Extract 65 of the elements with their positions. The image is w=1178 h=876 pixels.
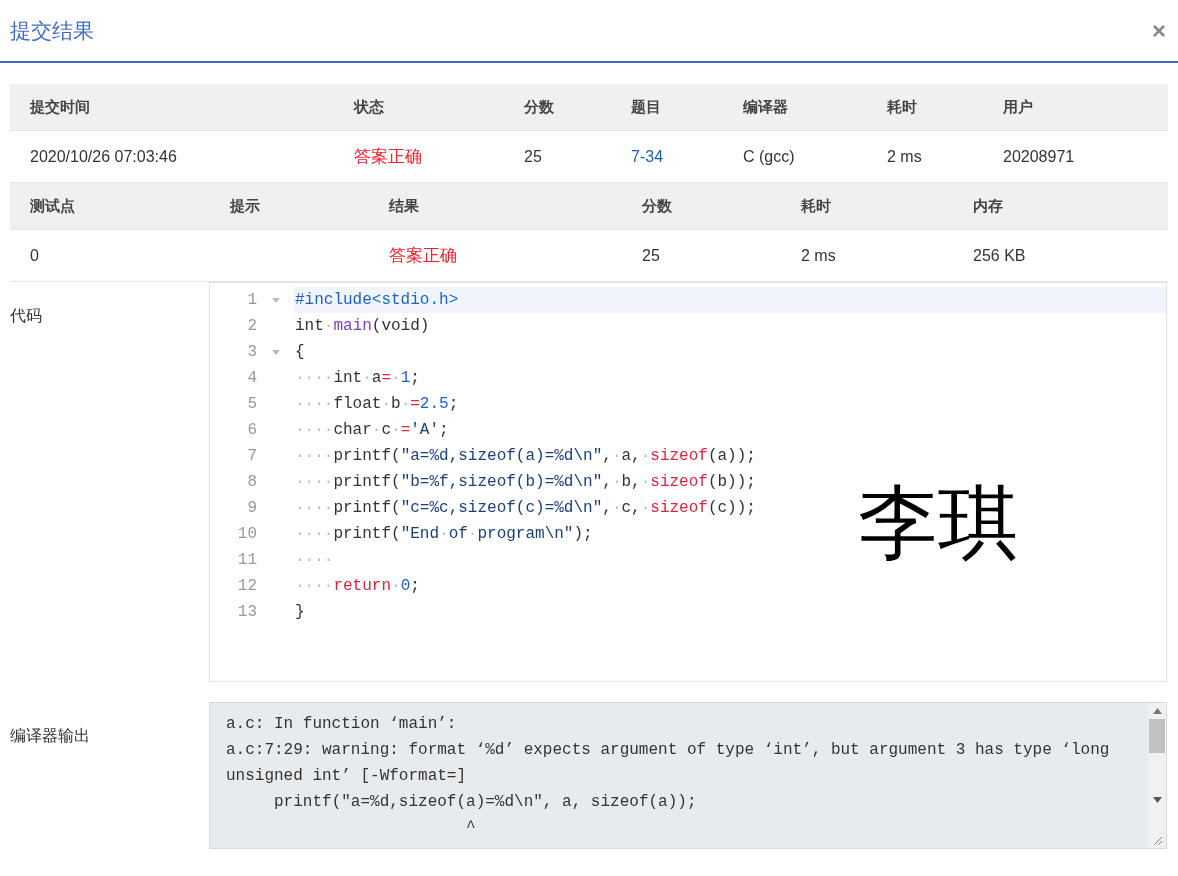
column-header: 耗时 — [801, 196, 831, 214]
close-button[interactable]: × — [1152, 18, 1166, 43]
column-header: 结果 — [389, 196, 419, 214]
column-header: 内存 — [973, 196, 1003, 214]
dialog-title: 提交结果 — [10, 17, 94, 44]
code-line: ····printf("a=%d,sizeof(a)=%d\n",·a,·sizeof(a)); — [294, 446, 757, 467]
column-header: 提示 — [230, 196, 260, 214]
line-number: 5 — [246, 394, 257, 415]
table-cell: 2 ms — [801, 246, 836, 264]
name-overlay-text: 李琪 — [858, 483, 1018, 563]
code-editor[interactable] — [209, 282, 1167, 682]
column-header: 提交时间 — [30, 97, 90, 115]
scrollbar[interactable] — [1148, 703, 1166, 848]
code-line: } — [294, 602, 306, 623]
line-number: 11 — [236, 550, 257, 571]
line-number: 4 — [246, 368, 257, 389]
code-line: int·main(void) — [294, 316, 431, 337]
table-cell: 0 — [30, 246, 39, 264]
table-cell: 20208971 — [1003, 147, 1075, 165]
resize-grip-icon[interactable] — [1151, 835, 1163, 846]
code-line: ····printf("b=%f,sizeof(b)=%d\n",·b,·sizeof(b)); — [294, 472, 757, 493]
line-number: 8 — [246, 472, 257, 493]
line-number: 10 — [236, 524, 257, 545]
status-text: 答案正确 — [354, 146, 422, 166]
column-header: 状态 — [354, 97, 384, 115]
line-number: 6 — [246, 420, 257, 441]
code-line: ····return·0; — [294, 576, 421, 597]
line-number: 12 — [236, 576, 257, 597]
line-number: 3 — [246, 342, 257, 363]
line-number: 1 — [246, 290, 257, 311]
column-header: 题目 — [631, 97, 661, 115]
column-header: 耗时 — [887, 97, 917, 115]
field-label: 代码 — [10, 307, 42, 324]
code-line: ····printf("End·of·program\n"); — [294, 524, 594, 545]
table-cell: 2 ms — [887, 147, 922, 165]
fold-arrow-icon[interactable] — [271, 349, 280, 355]
table-cell: 2020/10/26 07:03:46 — [30, 147, 177, 165]
table-cell: 25 — [642, 246, 660, 264]
code-line: ····printf("c=%c,sizeof(c)=%d\n",·c,·sizeof(c)); — [294, 498, 757, 519]
table-cell: 25 — [524, 147, 542, 165]
column-header: 分数 — [642, 196, 672, 214]
code-line: ····int·a=·1; — [294, 368, 421, 389]
code-line: ····float·b·=2.5; — [294, 394, 460, 415]
scrollbar-thumb[interactable] — [1149, 719, 1165, 753]
table-cell: C (gcc) — [743, 147, 795, 165]
problem-link[interactable]: 7-34 — [631, 147, 664, 165]
scroll-down-icon[interactable] — [1152, 797, 1162, 803]
column-header: 分数 — [524, 97, 554, 115]
code-line: { — [294, 342, 306, 363]
fold-arrow-icon[interactable] — [271, 297, 280, 303]
output-box[interactable]: a.c: In function ‘main’: a.c:7:29: warning: format ‘%d’ expects argument of type ‘int’, but argument 3 has type ‘long unsigned int’ [-Wformat=] printf("a=%d,sizeof(a)=%d\n", a, sizeof(a)); ^ — [209, 702, 1167, 849]
code-line: ···· — [294, 550, 335, 571]
column-header: 测试点 — [30, 196, 75, 214]
table-cell: 256 KB — [973, 246, 1026, 264]
field-label: 编译器输出 — [10, 727, 90, 744]
status-text: 答案正确 — [389, 245, 457, 265]
column-header: 用户 — [1003, 97, 1033, 115]
code-line: ····char·c·='A'; — [294, 420, 450, 441]
compiler-output-text: a.c: In function ‘main’: a.c:7:29: warning: format ‘%d’ expects argument of type ‘int’, but argument 3 has type ‘long unsigned int’ [-Wformat=] printf("a=%d,sizeof(a)=%d\n", a, sizeof(a)); ^ — [225, 714, 1111, 839]
column-header: 编译器 — [743, 97, 788, 115]
scroll-up-icon[interactable] — [1152, 708, 1162, 714]
line-number: 7 — [246, 446, 257, 467]
line-number: 13 — [236, 602, 257, 623]
line-number: 9 — [246, 498, 257, 519]
line-number: 2 — [246, 316, 257, 337]
